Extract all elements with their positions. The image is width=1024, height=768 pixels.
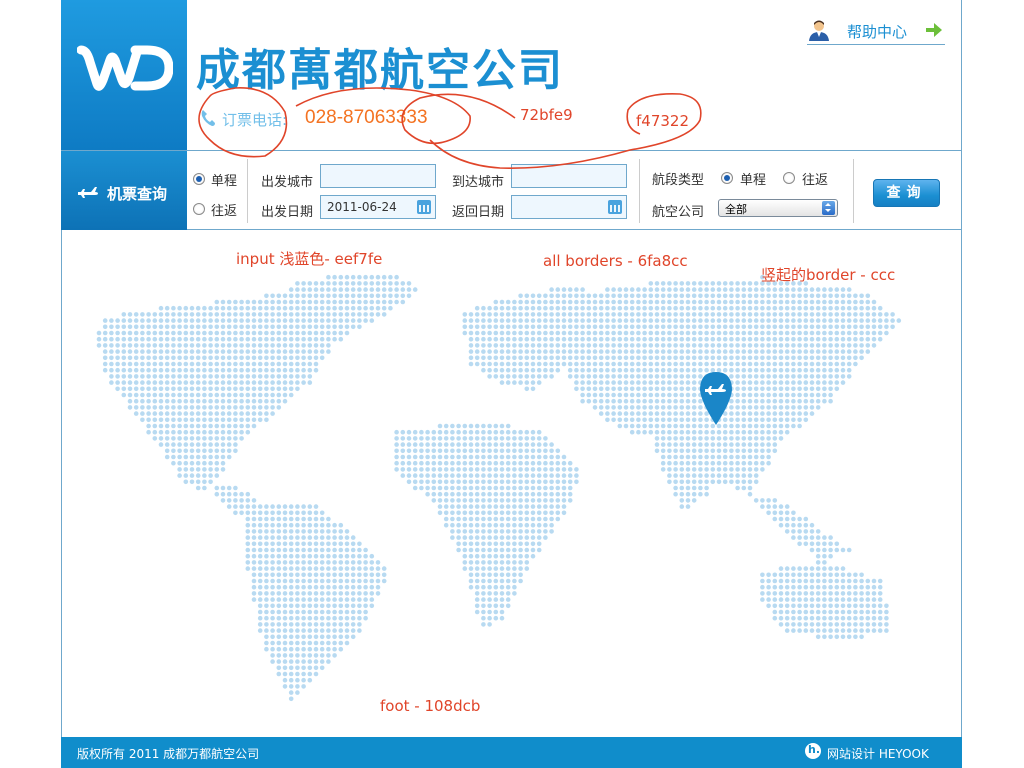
footer-copyright: 版权所有 2011 成都万都航空公司	[77, 747, 260, 761]
phone-label: 订票电话:	[222, 111, 288, 129]
wd-logo-icon	[77, 45, 173, 91]
segment-return-radio[interactable]	[783, 172, 795, 184]
depart-date-label: 出发日期	[261, 205, 314, 220]
logo[interactable]	[61, 0, 187, 150]
airplane-icon	[78, 187, 98, 198]
annotation-note: input 浅蓝色- eef7fe	[236, 250, 383, 268]
return-date-input[interactable]	[511, 195, 627, 219]
trip-oneway-label: 单程	[211, 174, 238, 189]
airline-select[interactable]: 全部	[718, 199, 838, 217]
trip-return-radio[interactable]	[193, 203, 205, 215]
arrive-city-label: 到达城市	[452, 175, 505, 190]
depart-city-label: 出发城市	[261, 175, 314, 190]
trip-oneway-radio[interactable]	[193, 173, 205, 185]
world-map	[96, 274, 902, 702]
annotation-note: 竖起的border - ccc	[761, 266, 896, 284]
calendar-icon[interactable]	[417, 200, 431, 214]
depart-date-value: 2011-06-24	[327, 200, 397, 214]
annotation-note: f47322	[636, 112, 689, 130]
divider	[853, 159, 854, 223]
help-center-label: 帮助中心	[847, 23, 908, 41]
user-support-icon	[809, 20, 829, 41]
location-pin-icon[interactable]	[698, 370, 734, 426]
footer: 版权所有 2011 成都万都航空公司 网站设计 HEYOOK	[61, 737, 962, 768]
airline-select-value: 全部	[725, 203, 747, 216]
arrive-city-input[interactable]	[511, 164, 627, 188]
tab-flight-search[interactable]: 机票查询	[61, 151, 187, 230]
annotation-note: all borders - 6fa8cc	[543, 252, 688, 270]
select-arrows-icon	[822, 201, 835, 215]
divider	[247, 159, 248, 223]
company-name: 成都萬都航空公司	[196, 45, 564, 96]
trip-return-label: 往返	[211, 204, 238, 219]
annotation-note: foot - 108dcb	[380, 697, 481, 715]
footer-designer-link[interactable]: 网站设计 HEYOOK	[827, 745, 929, 762]
segment-type-label: 航段类型	[652, 173, 705, 188]
divider	[639, 159, 640, 223]
phone-number: 028-87063333	[305, 107, 428, 128]
segment-oneway-label: 单程	[740, 173, 767, 188]
depart-date-input[interactable]: 2011-06-24	[320, 195, 436, 219]
depart-city-input[interactable]	[320, 164, 436, 188]
flight-search-bar: 机票查询 单程 往返 出发城市 到达城市 出发日期 2011-06-24 返回日…	[61, 150, 962, 230]
airline-label: 航空公司	[652, 205, 705, 220]
search-button[interactable]: 查询	[873, 179, 940, 207]
phone-icon	[201, 110, 215, 126]
annotation-note: 72bfe9	[520, 106, 573, 124]
segment-return-label: 往返	[802, 173, 829, 188]
arrow-right-icon	[926, 23, 942, 37]
return-date-label: 返回日期	[452, 205, 505, 220]
help-center-link[interactable]: 帮助中心	[807, 18, 945, 45]
heyook-logo-icon[interactable]	[805, 743, 821, 759]
segment-oneway-radio[interactable]	[721, 172, 733, 184]
calendar-icon[interactable]	[608, 200, 622, 214]
tab-flight-search-label: 机票查询	[107, 185, 168, 203]
